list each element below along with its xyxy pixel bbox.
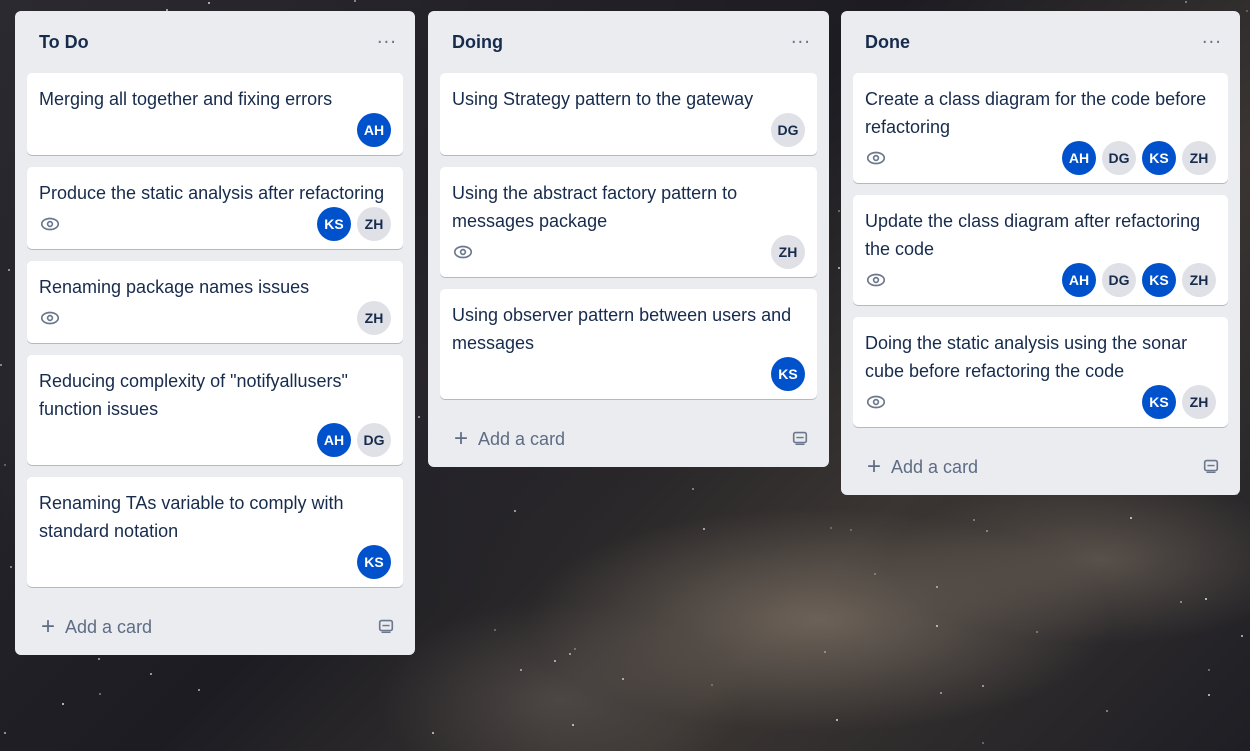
card[interactable]: Create a class diagram for the code befo… bbox=[853, 73, 1228, 183]
plus-icon: + bbox=[867, 453, 882, 480]
card-members: AH DG KS ZH bbox=[1062, 263, 1216, 297]
list-title[interactable]: Doing bbox=[452, 32, 503, 53]
card-badges: KS bbox=[452, 357, 805, 391]
card-title: Using observer pattern between users and… bbox=[452, 305, 792, 353]
card-title: Using Strategy pattern to the gateway bbox=[452, 89, 754, 109]
card-badges: ZH bbox=[452, 235, 805, 269]
avatar[interactable]: ZH bbox=[771, 235, 805, 269]
avatar[interactable]: ZH bbox=[357, 301, 391, 335]
avatar[interactable]: AH bbox=[1062, 263, 1096, 297]
avatar[interactable]: KS bbox=[771, 357, 805, 391]
avatar[interactable]: DG bbox=[357, 423, 391, 457]
list-done: Done ··· Create a class diagram for the co… bbox=[841, 11, 1240, 495]
card[interactable]: Reducing complexity of "notifyallusers" … bbox=[27, 355, 403, 465]
card-badges: DG bbox=[452, 113, 805, 147]
list-title[interactable]: To Do bbox=[39, 32, 89, 53]
card[interactable]: Renaming TAs variable to comply with sta… bbox=[27, 477, 403, 587]
card-badges: AH DG KS ZH bbox=[865, 263, 1216, 297]
card-title: Renaming TAs variable to comply with sta… bbox=[39, 493, 344, 541]
add-card-label: Add a card bbox=[891, 456, 979, 477]
card-badges: AH DG KS ZH bbox=[865, 141, 1216, 175]
avatar[interactable]: DG bbox=[771, 113, 805, 147]
list-header: Done ··· bbox=[853, 11, 1228, 73]
card-members: KS ZH bbox=[1142, 385, 1216, 419]
plus-icon: + bbox=[41, 613, 56, 640]
card-title: Reducing complexity of "notifyallusers" … bbox=[39, 371, 348, 419]
avatar[interactable]: ZH bbox=[357, 207, 391, 241]
card-members: ZH bbox=[357, 301, 391, 335]
avatar[interactable]: ZH bbox=[1182, 385, 1216, 419]
card[interactable]: Produce the static analysis after refact… bbox=[27, 167, 403, 249]
card-title: Doing the static analysis using the sona… bbox=[865, 333, 1188, 381]
eye-icon bbox=[39, 213, 61, 235]
card[interactable]: Using the abstract factory pattern to me… bbox=[440, 167, 817, 277]
add-card-row: + Add a card bbox=[853, 439, 1228, 495]
card-badges: ZH bbox=[39, 301, 391, 335]
card-members: KS ZH bbox=[317, 207, 391, 241]
card[interactable]: Update the class diagram after refactori… bbox=[853, 195, 1228, 305]
add-card-label: Add a card bbox=[65, 616, 153, 637]
list-menu-ellipsis-icon[interactable]: ··· bbox=[377, 32, 397, 53]
eye-icon bbox=[865, 147, 887, 169]
card-members: AH bbox=[357, 113, 391, 147]
card-template-icon[interactable] bbox=[791, 429, 811, 449]
add-card-button[interactable]: + Add a card bbox=[454, 427, 565, 451]
card-members: AH DG KS ZH bbox=[1062, 141, 1216, 175]
avatar[interactable]: AH bbox=[1062, 141, 1096, 175]
card-badges: KS ZH bbox=[865, 385, 1216, 419]
avatar[interactable]: KS bbox=[357, 545, 391, 579]
avatar[interactable]: ZH bbox=[1182, 141, 1216, 175]
list-header: To Do ··· bbox=[27, 11, 403, 73]
avatar[interactable]: DG bbox=[1102, 141, 1136, 175]
add-card-label: Add a card bbox=[478, 428, 566, 449]
card-title: Create a class diagram for the code befo… bbox=[865, 89, 1207, 137]
card-title: Using the abstract factory pattern to me… bbox=[452, 183, 738, 231]
card[interactable]: Using observer pattern between users and… bbox=[440, 289, 817, 399]
avatar[interactable]: KS bbox=[1142, 141, 1176, 175]
list-menu-ellipsis-icon[interactable]: ··· bbox=[1202, 32, 1222, 53]
card[interactable]: Renaming package names issues ZH bbox=[27, 261, 403, 343]
card-title: Produce the static analysis after refact… bbox=[39, 183, 385, 203]
avatar[interactable]: KS bbox=[1142, 385, 1176, 419]
eye-icon bbox=[39, 307, 61, 329]
eye-icon bbox=[865, 391, 887, 413]
card-badges: AH DG bbox=[39, 423, 391, 457]
list-to-do: To Do ··· Merging all together and fixing … bbox=[15, 11, 415, 655]
card-template-icon[interactable] bbox=[1202, 457, 1222, 477]
avatar[interactable]: AH bbox=[357, 113, 391, 147]
card-template-icon[interactable] bbox=[377, 617, 397, 637]
card[interactable]: Merging all together and fixing errors AH bbox=[27, 73, 403, 155]
board: To Do ··· Merging all together and fixing … bbox=[0, 0, 1250, 751]
avatar[interactable]: ZH bbox=[1182, 263, 1216, 297]
eye-icon bbox=[452, 241, 474, 263]
card-members: KS bbox=[771, 357, 805, 391]
plus-icon: + bbox=[454, 425, 469, 452]
card-members: AH DG bbox=[317, 423, 391, 457]
card-members: KS bbox=[357, 545, 391, 579]
list-menu-ellipsis-icon[interactable]: ··· bbox=[791, 32, 811, 53]
card-badges: KS ZH bbox=[39, 207, 391, 241]
card-title: Update the class diagram after refactori… bbox=[865, 211, 1201, 259]
avatar[interactable]: DG bbox=[1102, 263, 1136, 297]
list-header: Doing ··· bbox=[440, 11, 817, 73]
card-members: ZH bbox=[771, 235, 805, 269]
card-badges: AH bbox=[39, 113, 391, 147]
card-badges: KS bbox=[39, 545, 391, 579]
eye-icon bbox=[865, 269, 887, 291]
avatar[interactable]: KS bbox=[317, 207, 351, 241]
add-card-button[interactable]: + Add a card bbox=[41, 615, 152, 639]
card-members: DG bbox=[771, 113, 805, 147]
add-card-row: + Add a card bbox=[27, 599, 403, 655]
list-title[interactable]: Done bbox=[865, 32, 910, 53]
avatar[interactable]: AH bbox=[317, 423, 351, 457]
list-doing: Doing ··· Using Strategy pattern to the ga… bbox=[428, 11, 829, 467]
card[interactable]: Doing the static analysis using the sona… bbox=[853, 317, 1228, 427]
add-card-row: + Add a card bbox=[440, 411, 817, 467]
card-title: Renaming package names issues bbox=[39, 277, 310, 297]
avatar[interactable]: KS bbox=[1142, 263, 1176, 297]
add-card-button[interactable]: + Add a card bbox=[867, 455, 978, 479]
card[interactable]: Using Strategy pattern to the gateway DG bbox=[440, 73, 817, 155]
card-title: Merging all together and fixing errors bbox=[39, 89, 333, 109]
